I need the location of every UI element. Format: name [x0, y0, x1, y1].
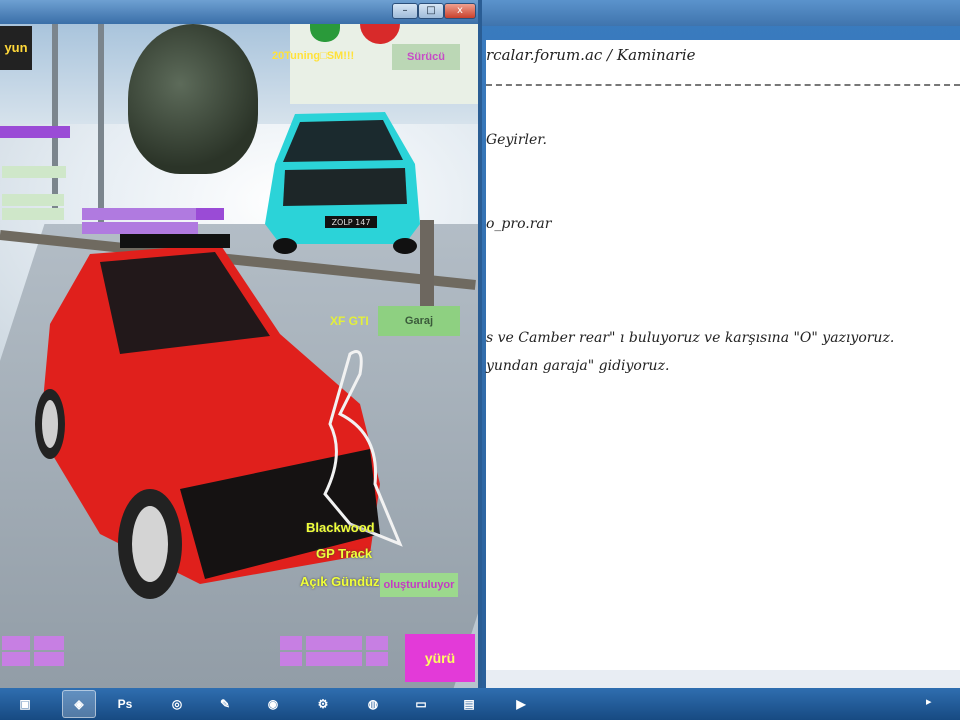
hud-chip — [82, 208, 198, 220]
snowy-tree — [128, 24, 258, 174]
hud-chip — [82, 222, 198, 234]
network-icon[interactable]: ⚙ — [306, 690, 340, 718]
hud-chip — [196, 208, 224, 220]
game-logo[interactable]: yun — [0, 26, 32, 70]
tray-expand-icon[interactable]: ▸ — [926, 695, 940, 713]
car-name: XF GTI — [330, 314, 369, 328]
olusturuluyor-button[interactable]: oluşturuluyor — [380, 573, 458, 597]
close-button[interactable]: x — [444, 3, 476, 19]
weather-time: Açık Gündüz — [300, 574, 380, 589]
forum-titlebar[interactable] — [478, 0, 960, 26]
minimize-button[interactable]: – — [392, 3, 418, 19]
hud-chip — [2, 166, 66, 178]
game-viewport[interactable]: ZOLP 147 yun 20Tuning□SM!!! Sürücü XF GT… — [0, 24, 478, 688]
forum-horizontal-scrollbar[interactable] — [486, 670, 960, 688]
track-config: GP Track — [316, 546, 373, 561]
hud-chip — [2, 194, 64, 206]
game-window: – □ x ZOLP 147 yun 20Tuning□SM!!! Sürücü… — [0, 0, 482, 688]
paint-icon[interactable]: ✎ — [208, 690, 242, 718]
maximize-button[interactable]: □ — [418, 3, 444, 19]
track-name: Blackwood — [306, 520, 375, 535]
control-button[interactable] — [306, 636, 362, 650]
photoshop-icon[interactable]: Ps — [108, 690, 142, 718]
post-line-4: yundan garaja" gidiyoruz. — [486, 358, 670, 374]
taskbar: ▣ ◈ Ps ◎ ✎ ◉ ⚙ ◍ ▭ ▤ ▶ — [0, 688, 960, 720]
avatar-app-icon[interactable]: ▣ — [8, 690, 42, 718]
control-button[interactable] — [280, 652, 302, 666]
billboard-logo — [310, 24, 340, 42]
billboard-logo — [360, 24, 400, 44]
close-icon: x — [457, 5, 463, 16]
post-line-2[interactable]: o_pro.rar — [486, 216, 551, 232]
game-app-icon[interactable]: ◈ — [62, 690, 96, 718]
lamp-pole — [52, 24, 58, 214]
control-button[interactable] — [306, 652, 362, 666]
browser-icon[interactable]: ◎ — [160, 690, 194, 718]
control-button[interactable] — [2, 636, 30, 650]
control-button[interactable] — [280, 636, 302, 650]
control-button[interactable] — [2, 652, 30, 666]
hud-chip — [0, 126, 70, 138]
surucu-button[interactable]: Sürücü — [392, 44, 460, 70]
garaj-button[interactable]: Garaj — [378, 306, 460, 336]
folder-icon[interactable]: ▤ — [452, 690, 486, 718]
plate-text: ZOLP 147 — [332, 218, 371, 227]
control-button[interactable] — [366, 652, 388, 666]
forum-window: rcalar.forum.ac / Kaminarie Geyirler. o_… — [478, 0, 960, 688]
forum-content: rcalar.forum.ac / Kaminarie Geyirler. o_… — [486, 40, 960, 670]
cyan-car: ZOLP 147 — [265, 112, 420, 254]
yuru-button[interactable]: yürü — [405, 634, 475, 682]
chrome-icon[interactable]: ◍ — [356, 690, 390, 718]
window-icon[interactable]: ▭ — [404, 690, 438, 718]
control-button[interactable] — [366, 636, 388, 650]
server-name: 20Tuning□SM!!! — [272, 50, 355, 62]
media-icon[interactable]: ▶ — [504, 690, 538, 718]
forum-header: rcalar.forum.ac / Kaminarie — [486, 46, 696, 64]
minimize-icon: – — [402, 5, 408, 16]
control-button[interactable] — [34, 636, 64, 650]
post-line-3: s ve Camber rear" ı buluyoruz ve karşısı… — [486, 330, 895, 346]
game-titlebar[interactable]: – □ x — [0, 0, 478, 24]
camera-icon[interactable]: ◉ — [256, 690, 290, 718]
hud-chip — [2, 208, 64, 220]
header-divider — [486, 84, 960, 86]
maximize-icon: □ — [426, 5, 436, 16]
lamp-pole — [98, 24, 104, 224]
post-line-1: Geyirler. — [486, 132, 547, 148]
control-button[interactable] — [34, 652, 64, 666]
